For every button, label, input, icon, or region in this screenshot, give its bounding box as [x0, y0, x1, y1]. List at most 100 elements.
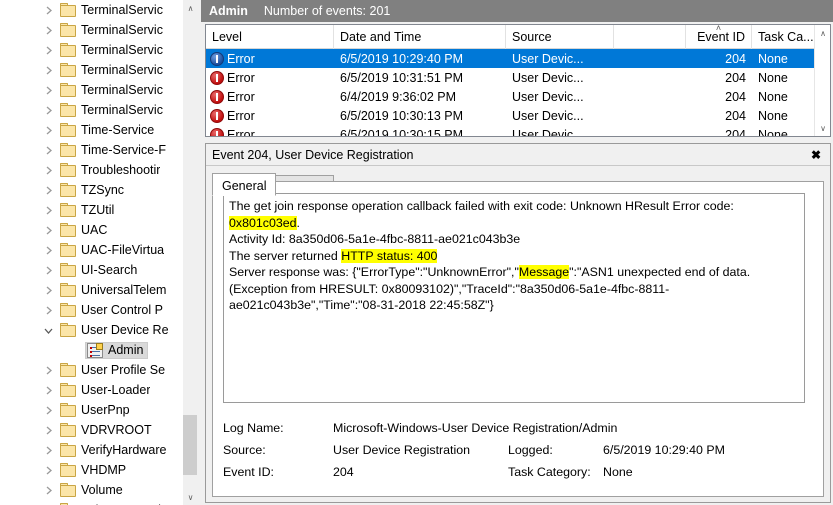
- tree-item-uac-filevirtua[interactable]: UAC-FileVirtua: [0, 240, 182, 260]
- event-source-cell-text: User Devic...: [512, 52, 584, 66]
- chevron-right-icon[interactable]: [42, 84, 54, 96]
- chevron-right-icon[interactable]: [42, 64, 54, 76]
- tree-item-terminalservic[interactable]: TerminalServic: [0, 0, 182, 20]
- tree-item-volume[interactable]: Volume: [0, 480, 182, 500]
- chevron-right-icon[interactable]: [42, 304, 54, 316]
- tree-item-vhdmp[interactable]: VHDMP: [0, 460, 182, 480]
- task-category-label: Task Category:: [508, 465, 603, 479]
- tree-item-tzsync[interactable]: TZSync: [0, 180, 182, 200]
- list-scroll-up-icon[interactable]: ∧: [815, 25, 831, 41]
- event-row[interactable]: Error6/5/2019 10:31:51 PMUser Devic...20…: [206, 68, 830, 87]
- tree-item-terminalservic[interactable]: TerminalServic: [0, 40, 182, 60]
- event-task-category-cell: None: [752, 87, 816, 106]
- event-list-column-headers[interactable]: Level Date and TimeSource ˄Event IDTask Ca…: [206, 25, 830, 49]
- column-header-date-and-time[interactable]: Date and Time: [334, 25, 506, 49]
- event-list-scrollbar[interactable]: ∧ ∨: [814, 25, 830, 136]
- chevron-right-icon[interactable]: [42, 364, 54, 376]
- event-level-cell: Error: [206, 125, 334, 137]
- event-datetime-cell-text: 6/4/2019 9:36:02 PM: [340, 90, 456, 104]
- tree-item-verifyhardware[interactable]: VerifyHardware: [0, 440, 182, 460]
- chevron-right-icon[interactable]: [42, 204, 54, 216]
- tree-item-terminalservic[interactable]: TerminalServic: [0, 20, 182, 40]
- chevron-right-icon[interactable]: [42, 4, 54, 16]
- tree-item-user-profile-se[interactable]: User Profile Se: [0, 360, 182, 380]
- event-list-rows[interactable]: Error6/5/2019 10:29:40 PMUser Devic...20…: [206, 49, 830, 137]
- meta-row-log-name: Log Name: Microsoft-Windows-User Device …: [223, 417, 813, 439]
- chevron-right-icon[interactable]: [42, 124, 54, 136]
- chevron-right-icon[interactable]: [42, 384, 54, 396]
- event-list[interactable]: Level Date and TimeSource ˄Event IDTask Ca…: [205, 24, 831, 137]
- tree-item-time-service[interactable]: Time-Service: [0, 120, 182, 140]
- tree-item-user-device-re[interactable]: User Device Re: [0, 320, 182, 340]
- chevron-right-icon[interactable]: [42, 424, 54, 436]
- error-icon: [210, 109, 224, 123]
- tree-item-label: TerminalServic: [81, 3, 163, 17]
- event-id-cell-text: 204: [725, 128, 746, 138]
- folder-icon: [60, 203, 76, 217]
- event-row[interactable]: Error6/5/2019 10:30:13 PMUser Devic...20…: [206, 106, 830, 125]
- tree-item-label: TerminalServic: [81, 83, 163, 97]
- tree-item-terminalservic[interactable]: TerminalServic: [0, 100, 182, 120]
- column-header-source[interactable]: Source: [506, 25, 614, 49]
- column-header-label: Level: [212, 30, 242, 44]
- tree-item-vdrvroot[interactable]: VDRVROOT: [0, 420, 182, 440]
- tree-item-ui-search[interactable]: UI-Search: [0, 260, 182, 280]
- tree-vertical-scrollbar[interactable]: ∧ ∨: [182, 0, 197, 505]
- chevron-right-icon[interactable]: [42, 44, 54, 56]
- tab-general[interactable]: General: [212, 173, 276, 196]
- tree-item-troubleshootir[interactable]: Troubleshootir: [0, 160, 182, 180]
- tree-item-admin[interactable]: Admin: [0, 340, 182, 360]
- chevron-right-icon[interactable]: [42, 284, 54, 296]
- event-row[interactable]: Error6/5/2019 10:30:15 PMUser Devic...20…: [206, 125, 830, 137]
- tree-scroll-down-icon[interactable]: ∨: [183, 489, 197, 505]
- event-row[interactable]: Error6/5/2019 10:29:40 PMUser Devic...20…: [206, 49, 830, 68]
- tree-item-user-loader[interactable]: User-Loader: [0, 380, 182, 400]
- column-header-level[interactable]: Level: [206, 25, 334, 49]
- close-icon[interactable]: ✖: [808, 147, 824, 163]
- event-message-box[interactable]: The get join response operation callback…: [223, 193, 805, 403]
- chevron-right-icon[interactable]: [42, 484, 54, 496]
- tree-scroll-up-icon[interactable]: ∧: [183, 0, 197, 16]
- chevron-right-icon[interactable]: [42, 444, 54, 456]
- folder-icon: [60, 243, 76, 257]
- event-datetime-cell-text: 6/5/2019 10:31:51 PM: [340, 71, 463, 85]
- chevron-right-icon[interactable]: [42, 164, 54, 176]
- tree-item-label: UAC: [81, 223, 107, 237]
- chevron-right-icon[interactable]: [42, 224, 54, 236]
- chevron-right-icon[interactable]: [42, 464, 54, 476]
- column-header-spacer[interactable]: [614, 25, 686, 49]
- tree-item-time-service-f[interactable]: Time-Service-F: [0, 140, 182, 160]
- event-datetime-cell: 6/5/2019 10:30:13 PM: [334, 106, 506, 125]
- tree-item-label: TerminalServic: [81, 103, 163, 117]
- tree-item-terminalservic[interactable]: TerminalServic: [0, 80, 182, 100]
- tree-item-content: VHDMP: [60, 463, 126, 477]
- chevron-right-icon[interactable]: [42, 144, 54, 156]
- column-header-task-ca[interactable]: Task Ca...: [752, 25, 816, 49]
- tree-scroll-thumb[interactable]: [183, 415, 197, 475]
- column-header-event-id[interactable]: ˄Event ID: [686, 25, 752, 49]
- tree-item-volumesnapsh[interactable]: VolumeSnapsh: [0, 500, 182, 505]
- tree-item-universaltelem[interactable]: UniversalTelem: [0, 280, 182, 300]
- folder-icon: [60, 3, 76, 17]
- chevron-right-icon[interactable]: [42, 244, 54, 256]
- chevron-right-icon[interactable]: [42, 184, 54, 196]
- tree-item-content: VDRVROOT: [60, 423, 152, 437]
- event-row[interactable]: Error6/4/2019 9:36:02 PMUser Devic...204…: [206, 87, 830, 106]
- event-level-label: Error: [227, 109, 255, 123]
- chevron-right-icon[interactable]: [42, 24, 54, 36]
- chevron-right-icon[interactable]: [42, 264, 54, 276]
- list-scroll-down-icon[interactable]: ∨: [815, 120, 831, 136]
- tree-item-tzutil[interactable]: TZUtil: [0, 200, 182, 220]
- tree-item-terminalservic[interactable]: TerminalServic: [0, 60, 182, 80]
- tree-item-user-control-p[interactable]: User Control P: [0, 300, 182, 320]
- log-tree[interactable]: TerminalServicTerminalServicTerminalServ…: [0, 0, 182, 505]
- event-task-category-cell: None: [752, 68, 816, 87]
- chevron-right-icon[interactable]: [42, 404, 54, 416]
- tree-item-uac[interactable]: UAC: [0, 220, 182, 240]
- chevron-down-icon[interactable]: [42, 324, 54, 336]
- folder-icon: [60, 443, 76, 457]
- chevron-right-icon[interactable]: [42, 104, 54, 116]
- error-icon: [210, 90, 224, 104]
- tree-item-userpnp[interactable]: UserPnp: [0, 400, 182, 420]
- event-level-cell: Error: [206, 49, 334, 68]
